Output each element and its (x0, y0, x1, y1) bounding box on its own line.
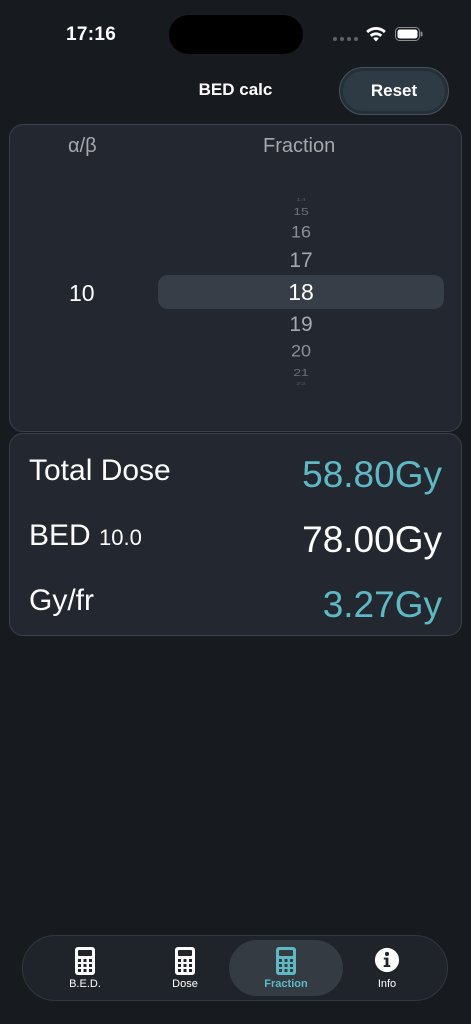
fraction-wheel-item[interactable]: 22 (268, 381, 334, 386)
wifi-icon (366, 26, 386, 42)
bed-alpha-beta: 10.0 (99, 525, 142, 550)
tab-label: Fraction (264, 978, 308, 990)
fraction-wheel-item[interactable]: 17 (268, 250, 334, 271)
cellular-signal-icon (333, 37, 358, 41)
bed-label: BED (29, 519, 91, 552)
dynamic-island (169, 15, 303, 54)
tab-bar: B.E.D. Dose Fraction Info (22, 935, 448, 1001)
tab-dose[interactable]: Dose (135, 936, 235, 1000)
calculator-icon (276, 947, 296, 975)
fraction-wheel-item[interactable]: 19 (268, 314, 334, 335)
battery-icon (395, 27, 423, 41)
total-dose-value: 58.80Gy (302, 454, 442, 495)
fraction-wheel-item[interactable]: 16 (268, 224, 334, 240)
bed-value: 78.00Gy (302, 519, 442, 560)
calculator-icon (75, 947, 95, 975)
fraction-wheel-item[interactable]: 20 (268, 343, 334, 359)
tab-bed[interactable]: B.E.D. (35, 936, 135, 1000)
fraction-wheel-item[interactable]: 21 (268, 367, 334, 378)
calculator-icon (175, 947, 195, 975)
tab-label: Dose (172, 978, 198, 990)
picker-card: α/β Fraction 10 14 15 16 17 18 19 20 21 … (9, 124, 462, 432)
status-time: 17:16 (66, 24, 117, 45)
fraction-wheel-item[interactable]: 14 (268, 197, 334, 202)
fraction-header: Fraction (263, 135, 336, 157)
tab-info[interactable]: Info (337, 936, 437, 1000)
gy-per-fraction-label: Gy/fr (29, 584, 94, 617)
results-card: Total Dose 58.80Gy BED 10.0 78.00Gy Gy/f… (9, 433, 462, 636)
bed-label-row: BED 10.0 (29, 519, 142, 553)
tab-label: B.E.D. (69, 978, 101, 990)
fraction-wheel-item[interactable]: 15 (268, 206, 334, 217)
alpha-beta-header: α/β (68, 135, 97, 157)
tab-fraction[interactable]: Fraction (236, 936, 336, 1000)
info-icon (374, 947, 400, 973)
fraction-wheel-item-selected[interactable]: 18 (268, 281, 334, 304)
tab-label: Info (377, 978, 397, 990)
gy-per-fraction-value: 3.27Gy (322, 584, 442, 625)
alpha-beta-value[interactable]: 10 (69, 280, 95, 307)
total-dose-label: Total Dose (29, 454, 171, 487)
reset-button[interactable]: Reset (339, 67, 449, 115)
